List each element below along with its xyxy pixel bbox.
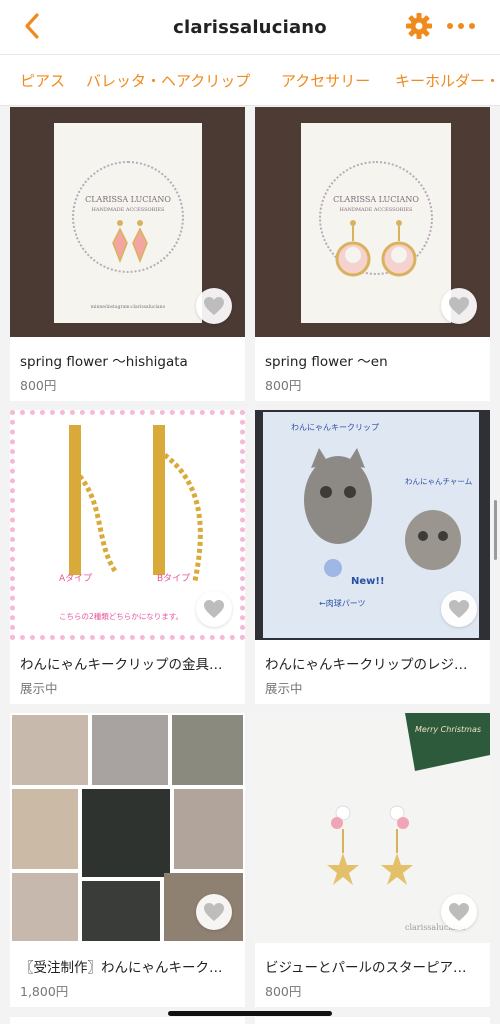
collage-photo bbox=[82, 881, 160, 941]
heart-icon bbox=[204, 903, 224, 921]
cat-clip-caption: わんにゃんキークリップ bbox=[291, 423, 379, 432]
product-price: 800円 bbox=[20, 378, 57, 393]
tab-keyholder[interactable]: キーホルダー・ bbox=[395, 70, 500, 91]
favorite-button[interactable] bbox=[196, 591, 232, 627]
settings-button[interactable] bbox=[405, 12, 433, 40]
scrollbar-thumb[interactable] bbox=[494, 500, 497, 560]
back-button[interactable] bbox=[18, 11, 48, 41]
product-name[interactable]: わんにゃんキークリップのレジ… bbox=[265, 653, 480, 673]
product-name[interactable]: spring flower 〜en bbox=[265, 350, 480, 370]
collage-photo bbox=[12, 873, 78, 941]
diamond-earrings-graphic bbox=[112, 220, 148, 264]
collage-photo bbox=[12, 789, 78, 869]
collage-photo bbox=[82, 789, 170, 877]
product-name[interactable]: わんにゃんキークリップの金具… bbox=[20, 653, 235, 673]
heart-icon bbox=[449, 600, 469, 618]
product-card[interactable]: Aタイプ Bタイプ こちらの2種類どちらかになります。 わんにゃんキークリップの… bbox=[10, 410, 245, 704]
favorite-button[interactable] bbox=[441, 591, 477, 627]
paw-parts-label: ←肉球パーツ bbox=[319, 599, 366, 608]
product-card[interactable]: わんにゃんキークリップ わんにゃんチャーム New!! ←肉球パーツ わんにゃん… bbox=[255, 410, 490, 704]
earring-display-card: CLARISSA LUCIANO HANDMADE ACCESSORIES bbox=[301, 123, 451, 323]
favorite-button[interactable] bbox=[196, 288, 232, 324]
more-options-button[interactable] bbox=[445, 12, 477, 40]
chevron-left-icon bbox=[25, 13, 39, 39]
heart-icon bbox=[449, 297, 469, 315]
christmas-tag-text: Merry Christmas bbox=[415, 725, 482, 734]
earring-display-card: CLARISSA LUCIANO HANDMADE ACCESSORIES mi… bbox=[54, 123, 202, 323]
product-card-partial[interactable] bbox=[255, 1017, 490, 1024]
product-card[interactable]: 〖受注制作〗わんにゃんキークリ… 1,800円 bbox=[10, 713, 245, 1007]
more-dots-icon bbox=[447, 23, 475, 29]
heart-icon bbox=[204, 297, 224, 315]
tab-pierce[interactable]: ピアス bbox=[20, 70, 65, 91]
app-header: clarissaluciano bbox=[0, 0, 500, 54]
star-earrings-graphic bbox=[327, 805, 413, 885]
product-price: 800円 bbox=[265, 984, 302, 999]
collage-photo bbox=[12, 715, 88, 785]
home-indicator[interactable] bbox=[168, 1011, 332, 1016]
collage-photo bbox=[174, 789, 243, 869]
product-card[interactable]: CLARISSA LUCIANO HANDMADE ACCESSORIES mi… bbox=[10, 107, 245, 401]
collage-photo bbox=[92, 715, 168, 785]
tab-accessories[interactable]: アクセサリー bbox=[281, 70, 370, 91]
christmas-tag-graphic bbox=[405, 713, 490, 771]
product-card[interactable]: CLARISSA LUCIANO HANDMADE ACCESSORIES sp… bbox=[255, 107, 490, 401]
product-price: 1,800円 bbox=[20, 984, 69, 999]
cat-charms-graphic bbox=[304, 448, 461, 577]
hoop-earrings-graphic bbox=[335, 220, 417, 277]
instagram-handle: minne/instagram:clarissaluciano bbox=[90, 305, 166, 310]
product-price: 展示中 bbox=[20, 681, 58, 696]
gear-icon bbox=[406, 13, 432, 39]
heart-icon bbox=[204, 600, 224, 618]
product-price: 800円 bbox=[265, 378, 302, 393]
product-card-partial[interactable] bbox=[10, 1017, 245, 1024]
product-name[interactable]: ビジューとパールのスターピア… bbox=[265, 956, 480, 976]
new-label: New!! bbox=[351, 576, 385, 587]
category-tab-bar[interactable]: ピアス バレッタ・ヘアクリップ アクセサリー キーホルダー・ bbox=[0, 54, 500, 106]
product-price: 展示中 bbox=[265, 681, 303, 696]
favorite-button[interactable] bbox=[441, 288, 477, 324]
brand-logo: CLARISSA LUCIANO bbox=[333, 195, 419, 204]
type-b-label: Bタイプ bbox=[157, 574, 191, 584]
favorite-button[interactable] bbox=[196, 894, 232, 930]
type-note-label: こちらの2種類どちらかになります。 bbox=[59, 612, 184, 621]
product-name[interactable]: 〖受注制作〗わんにゃんキークリ… bbox=[20, 956, 235, 976]
heart-icon bbox=[449, 903, 469, 921]
brand-subtitle: HANDMADE ACCESSORIES bbox=[91, 207, 165, 213]
tab-barrette-hairclip[interactable]: バレッタ・ヘアクリップ bbox=[86, 70, 250, 91]
product-name[interactable]: spring flower 〜hishigata bbox=[20, 350, 235, 370]
brand-logo: CLARISSA LUCIANO bbox=[85, 195, 171, 204]
favorite-button[interactable] bbox=[441, 894, 477, 930]
page-title: clarissaluciano bbox=[173, 16, 327, 38]
collage-photo bbox=[172, 715, 243, 785]
product-card[interactable]: Merry Christmas clarissaluciano ビジューとパール… bbox=[255, 713, 490, 1007]
type-a-label: Aタイプ bbox=[59, 574, 93, 584]
brand-subtitle: HANDMADE ACCESSORIES bbox=[339, 207, 413, 213]
